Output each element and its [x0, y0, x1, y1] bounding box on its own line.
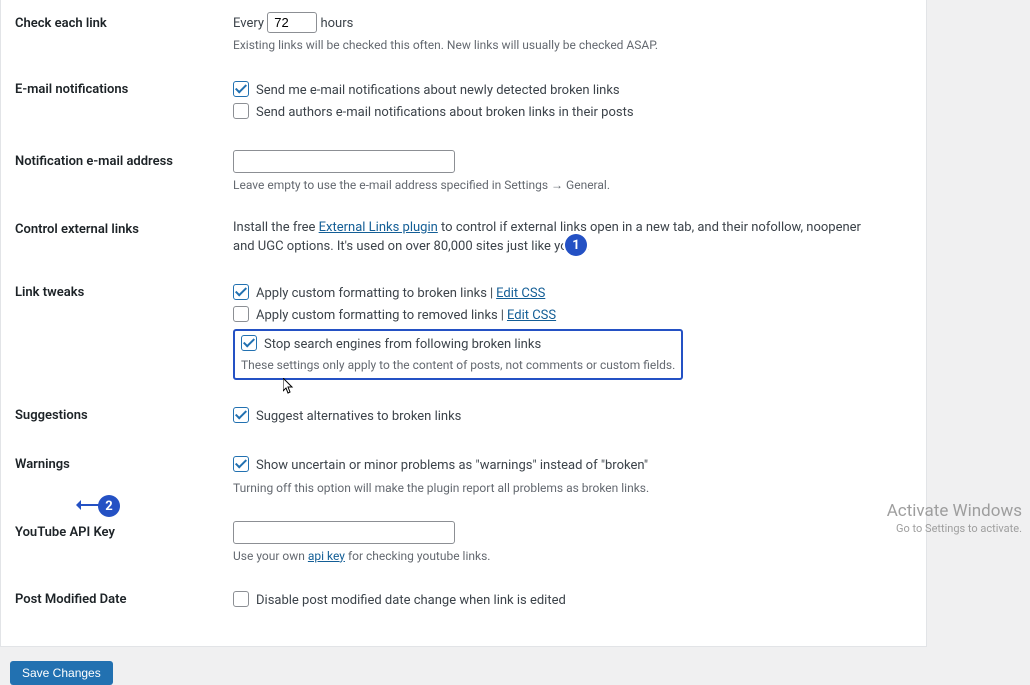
suggestions-option[interactable]: Suggest alternatives to broken links: [233, 407, 916, 427]
row-label-check-each-link: Check each link: [1, 0, 233, 66]
windows-activation-watermark: Activate Windows Go to Settings to activ…: [887, 501, 1022, 535]
control-external-text: Install the free External Links plugin t…: [233, 218, 873, 257]
email-me-checkbox[interactable]: [233, 81, 249, 97]
callout-arrow-2: [77, 504, 99, 506]
tweak-removed-checkbox[interactable]: [233, 306, 249, 322]
notification-email-desc: Leave empty to use the e-mail address sp…: [233, 177, 916, 194]
tweak-seo-option[interactable]: Stop search engines from following broke…: [241, 335, 675, 355]
row-label-post-modified: Post Modified Date: [1, 576, 233, 626]
warnings-option[interactable]: Show uncertain or minor problems as "war…: [233, 456, 916, 476]
edit-css-removed-link[interactable]: Edit CSS: [507, 308, 556, 323]
post-modified-option[interactable]: Disable post modified date change when l…: [233, 591, 916, 611]
save-changes-button[interactable]: Save Changes: [10, 661, 113, 685]
email-me-option[interactable]: Send me e-mail notifications about newly…: [233, 81, 916, 101]
post-modified-checkbox[interactable]: [233, 591, 249, 607]
notification-email-input[interactable]: [233, 150, 455, 173]
row-label-link-tweaks: Link tweaks: [1, 269, 233, 392]
email-authors-checkbox[interactable]: [233, 103, 249, 119]
suggestions-checkbox[interactable]: [233, 407, 249, 423]
youtube-api-desc: Use your own api key for checking youtub…: [233, 548, 916, 565]
tweak-broken-option[interactable]: Apply custom formatting to broken links|…: [233, 284, 916, 304]
edit-css-broken-link[interactable]: Edit CSS: [496, 286, 545, 301]
api-key-link[interactable]: api key: [308, 549, 345, 563]
row-label-control-external: Control external links: [1, 206, 233, 269]
tweak-desc: These settings only apply to the content…: [241, 357, 675, 374]
callout-badge-2: 2: [98, 495, 120, 517]
tweak-seo-highlight-box: Stop search engines from following broke…: [233, 329, 683, 380]
row-label-email-notifications: E-mail notifications: [1, 66, 233, 138]
email-authors-option[interactable]: Send authors e-mail notifications about …: [233, 103, 916, 123]
check-each-desc: Existing links will be checked this ofte…: [233, 37, 916, 54]
youtube-api-input[interactable]: [233, 521, 455, 544]
tweak-removed-option[interactable]: Apply custom formatting to removed links…: [233, 306, 916, 326]
warnings-checkbox[interactable]: [233, 456, 249, 472]
tweak-seo-checkbox[interactable]: [241, 335, 257, 351]
check-interval-input[interactable]: [267, 12, 317, 33]
check-each-suffix: hours: [320, 16, 353, 31]
tweak-broken-checkbox[interactable]: [233, 284, 249, 300]
row-label-suggestions: Suggestions: [1, 392, 233, 442]
callout-badge-1: 1: [565, 234, 587, 256]
row-label-youtube-api: YouTube API Key: [1, 509, 233, 577]
row-label-notification-address: Notification e-mail address: [1, 138, 233, 206]
external-links-plugin-link[interactable]: External Links plugin: [319, 220, 438, 235]
check-each-prefix: Every: [233, 16, 264, 31]
warnings-desc: Turning off this option will make the pl…: [233, 480, 916, 497]
